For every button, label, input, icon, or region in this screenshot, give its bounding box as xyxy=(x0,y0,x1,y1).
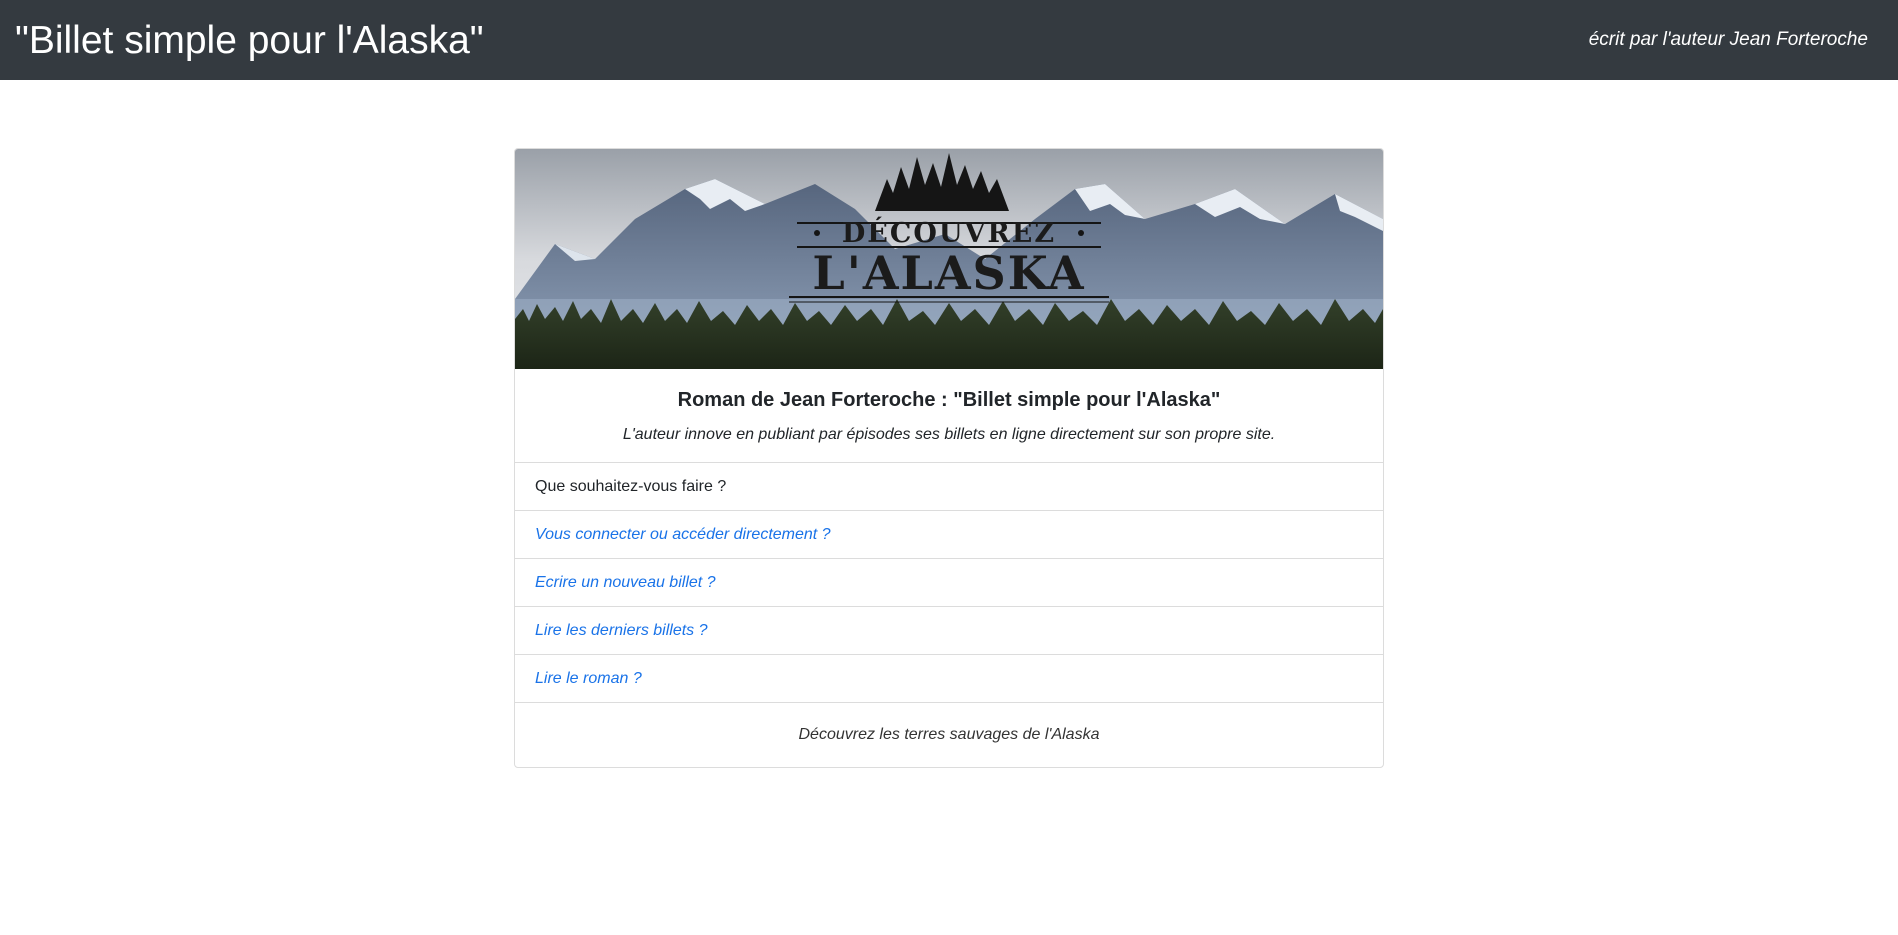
card-subtitle: L'auteur innove en publiant par épisodes… xyxy=(622,426,1276,443)
banner-line1: DÉCOUVREZ xyxy=(842,216,1056,249)
login-link[interactable]: Vous connecter ou accéder directement ? xyxy=(515,511,1383,559)
logo-dot xyxy=(1078,230,1084,236)
question-item: Que souhaitez-vous faire ? xyxy=(515,463,1383,511)
site-title[interactable]: "Billet simple pour l'Alaska" xyxy=(15,21,484,60)
read-novel-link[interactable]: Lire le roman ? xyxy=(515,655,1383,703)
card-intro: Roman de Jean Forteroche : "Billet simpl… xyxy=(515,369,1383,463)
alaska-banner-image: DÉCOUVREZ L'ALASKA xyxy=(515,149,1383,369)
logo-dot xyxy=(814,230,820,236)
banner-line2: L'ALASKA xyxy=(812,246,1085,300)
card-title: Roman de Jean Forteroche : "Billet simpl… xyxy=(677,389,1221,411)
latest-posts-link[interactable]: Lire les derniers billets ? xyxy=(515,607,1383,655)
card-footer: Découvrez les terres sauvages de l'Alask… xyxy=(798,726,1100,743)
author-byline: écrit par l'auteur Jean Forteroche xyxy=(1588,29,1868,50)
write-post-link[interactable]: Ecrire un nouveau billet ? xyxy=(515,559,1383,607)
top-navbar: "Billet simple pour l'Alaska" écrit par … xyxy=(0,0,1898,80)
welcome-card: DÉCOUVREZ L'ALASKA Roman de Jean Fortero… xyxy=(514,148,1384,768)
alaska-banner: DÉCOUVREZ L'ALASKA xyxy=(515,149,1383,369)
